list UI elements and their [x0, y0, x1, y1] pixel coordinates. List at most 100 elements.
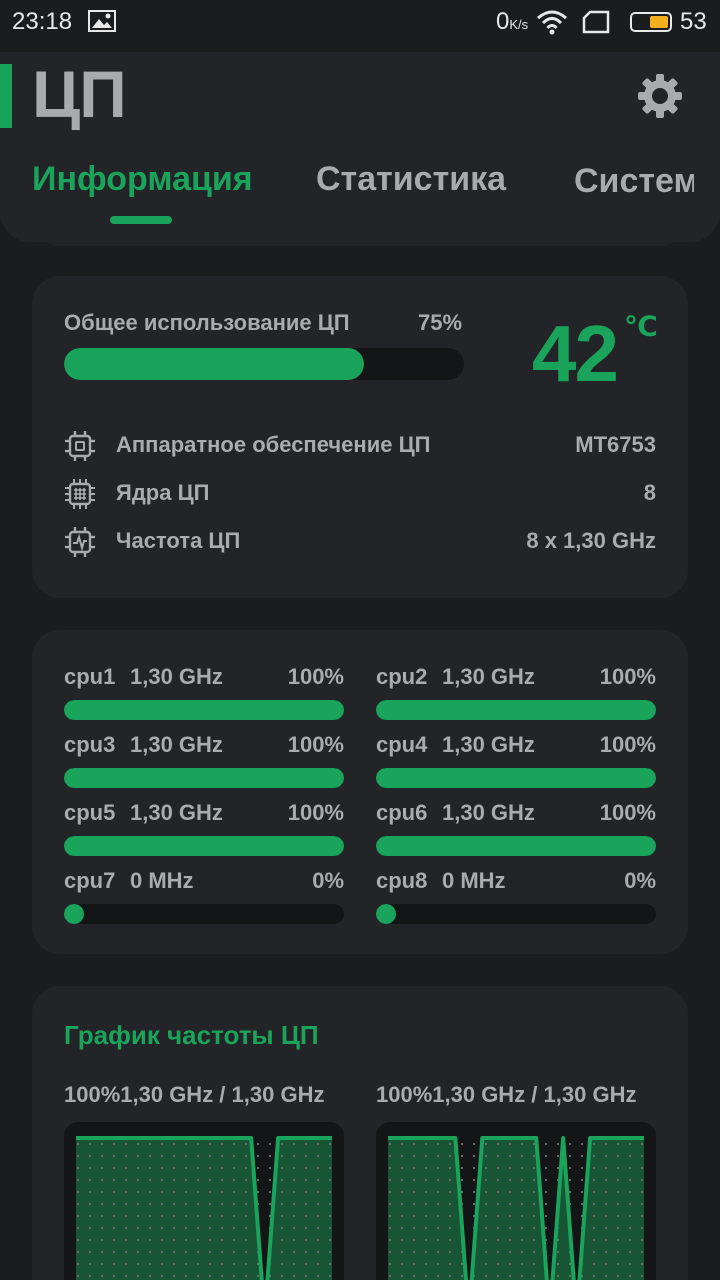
grid-dot — [172, 1166, 176, 1170]
grid-dot — [280, 1142, 284, 1146]
grid-dot — [196, 1154, 200, 1158]
grid-dot — [172, 1178, 176, 1182]
page-title: ЦП — [32, 57, 127, 131]
grid-dot — [232, 1190, 236, 1194]
grid-dot — [196, 1190, 200, 1194]
grid-dot — [232, 1238, 236, 1242]
grid-dot — [580, 1178, 584, 1182]
grid-dot — [604, 1214, 608, 1218]
grid-dot — [592, 1142, 596, 1146]
grid-dot — [604, 1202, 608, 1206]
grid-dot — [424, 1274, 428, 1278]
wifi-icon — [537, 10, 567, 35]
grid-dot — [124, 1154, 128, 1158]
grid-dot — [268, 1202, 272, 1206]
core-load-fill — [376, 904, 396, 924]
grid-dot — [268, 1166, 272, 1170]
grid-dot — [532, 1190, 536, 1194]
grid-dot — [424, 1262, 428, 1266]
grid-dot — [124, 1214, 128, 1218]
grid-dot — [328, 1274, 332, 1278]
grid-dot — [556, 1250, 560, 1254]
grid-dot — [232, 1166, 236, 1170]
core-frequency: 0 MHz — [442, 868, 506, 893]
core-load-bar — [376, 768, 656, 788]
grid-dot — [292, 1262, 296, 1266]
grid-dot — [184, 1166, 188, 1170]
grid-dot — [496, 1250, 500, 1254]
info-row-hardware: Аппаратное обеспечение ЦП MT6753 — [64, 426, 656, 466]
grid-dot — [112, 1250, 116, 1254]
grid-dot — [232, 1262, 236, 1266]
grid-dot — [448, 1190, 452, 1194]
grid-dot — [424, 1178, 428, 1182]
grid-dot — [100, 1274, 104, 1278]
grid-dot — [532, 1226, 536, 1230]
grid-dot — [280, 1166, 284, 1170]
grid-dot — [208, 1154, 212, 1158]
grid-dot — [292, 1154, 296, 1158]
grid-dot — [412, 1154, 416, 1158]
core-frequency: 1,30 GHz — [130, 732, 223, 757]
grid-dot — [604, 1190, 608, 1194]
grid-dot — [412, 1178, 416, 1182]
grid-dot — [304, 1238, 308, 1242]
grid-dot — [400, 1274, 404, 1278]
tab-information[interactable]: Информация — [32, 160, 253, 199]
grid-dot — [424, 1250, 428, 1254]
grid-dot — [304, 1154, 308, 1158]
core-percent: 0% — [624, 868, 656, 893]
grid-dot — [628, 1202, 632, 1206]
grid-dot — [520, 1190, 524, 1194]
grid-dot — [328, 1238, 332, 1242]
frequency-graph-svg — [388, 1136, 644, 1280]
grid-dot — [148, 1178, 152, 1182]
usage-label: Общее использование ЦП — [64, 310, 350, 335]
grid-dot — [508, 1178, 512, 1182]
settings-gear-icon[interactable] — [636, 72, 684, 120]
grid-dot — [616, 1178, 620, 1182]
core-cpu6: cpu6 1,30 GHz 100% — [376, 800, 656, 860]
grid-dot — [616, 1238, 620, 1242]
grid-dot — [220, 1214, 224, 1218]
grid-dot — [448, 1214, 452, 1218]
grid-dot — [496, 1238, 500, 1242]
grid-dot — [256, 1178, 260, 1182]
grid-dot — [124, 1250, 128, 1254]
grid-dot — [112, 1190, 116, 1194]
grid-dot — [400, 1202, 404, 1206]
core-percent: 100% — [287, 664, 344, 689]
grid-dot — [100, 1226, 104, 1230]
grid-dot — [316, 1250, 320, 1254]
grid-dot — [436, 1226, 440, 1230]
grid-dot — [508, 1226, 512, 1230]
grid-dot — [304, 1178, 308, 1182]
grid-dot — [508, 1274, 512, 1278]
grid-dot — [496, 1262, 500, 1266]
grid-dot — [244, 1262, 248, 1266]
tab-system[interactable]: Система — [574, 154, 694, 244]
grid-dot — [508, 1190, 512, 1194]
grid-dot — [628, 1262, 632, 1266]
grid-dot — [220, 1226, 224, 1230]
grid-dot — [220, 1250, 224, 1254]
title-accent-bar — [0, 64, 12, 128]
grid-dot — [220, 1166, 224, 1170]
grid-dot — [124, 1190, 128, 1194]
grid-dot — [592, 1178, 596, 1182]
grid-dot — [544, 1166, 548, 1170]
grid-dot — [220, 1178, 224, 1182]
grid-dot — [100, 1202, 104, 1206]
grid-dot — [88, 1274, 92, 1278]
tab-statistics[interactable]: Статистика — [316, 160, 506, 199]
grid-dot — [328, 1262, 332, 1266]
grid-dot — [592, 1238, 596, 1242]
grid-dot — [400, 1178, 404, 1182]
frequency-area — [388, 1138, 644, 1280]
active-tab-indicator — [110, 216, 172, 224]
grid-dot — [208, 1250, 212, 1254]
grid-dot — [400, 1262, 404, 1266]
core-name: cpu5 — [64, 800, 116, 825]
grid-dot — [496, 1214, 500, 1218]
grid-dot — [112, 1214, 116, 1218]
